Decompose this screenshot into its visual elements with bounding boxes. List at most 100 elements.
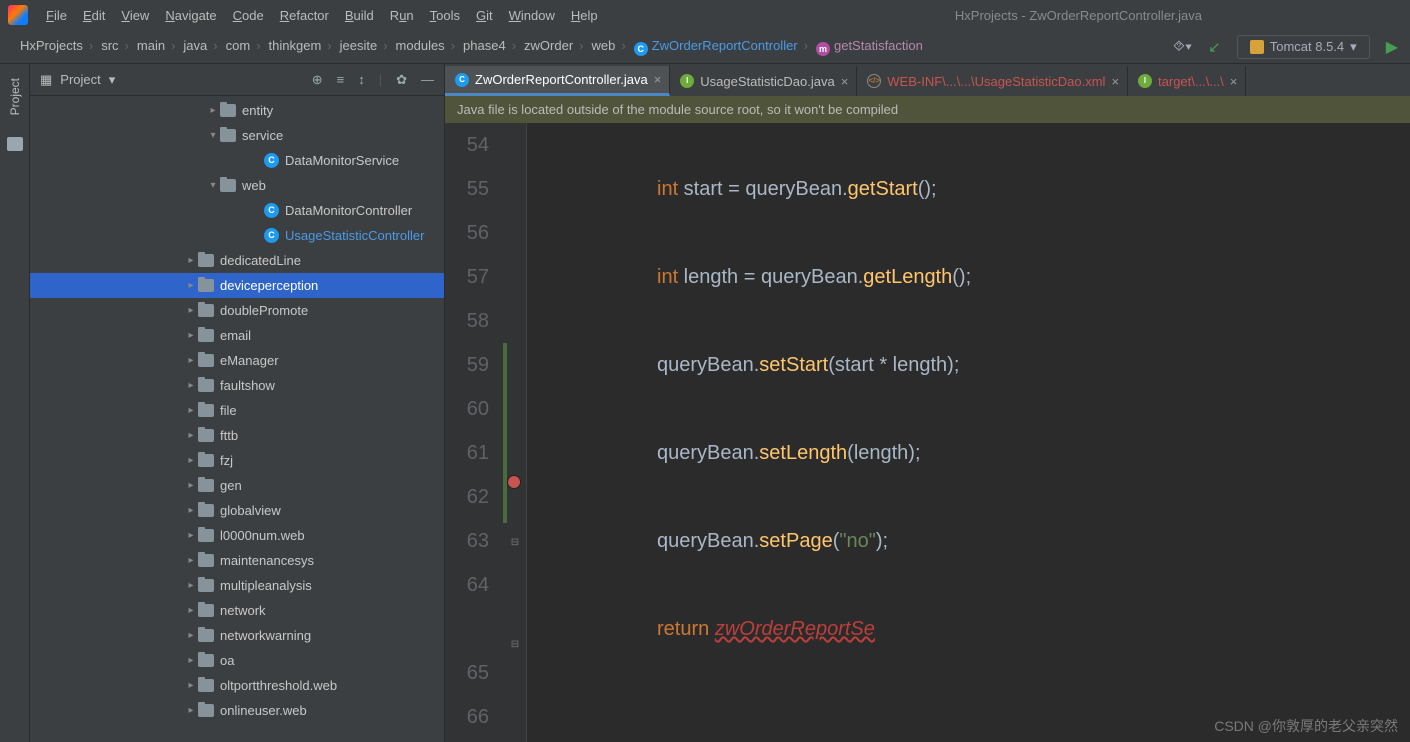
- structure-tool-icon[interactable]: [7, 137, 23, 151]
- breadcrumb-main[interactable]: main: [133, 38, 180, 53]
- fold-close-icon[interactable]: ⊟: [508, 521, 522, 535]
- error-bulb-icon[interactable]: [507, 475, 521, 489]
- code-content[interactable]: int start = queryBean.getStart(); int le…: [527, 123, 1410, 742]
- tree-item-doublePromote[interactable]: ▸doublePromote: [30, 298, 444, 323]
- tree-arrow-icon[interactable]: ▸: [184, 305, 198, 316]
- tree-item-globalview[interactable]: ▸globalview: [30, 498, 444, 523]
- tree-item-email[interactable]: ▸email: [30, 323, 444, 348]
- tree-arrow-icon[interactable]: ▸: [184, 680, 198, 691]
- tree-arrow-icon[interactable]: ▸: [184, 430, 198, 441]
- tree-arrow-icon[interactable]: ▸: [184, 580, 198, 591]
- sidebar-title[interactable]: Project: [60, 72, 100, 87]
- project-tool-tab[interactable]: Project: [6, 72, 24, 121]
- line-number[interactable]: 63: [445, 519, 489, 563]
- tree-item-eManager[interactable]: ▸eManager: [30, 348, 444, 373]
- tree-arrow-icon[interactable]: ▸: [184, 280, 198, 291]
- tree-item-file[interactable]: ▸file: [30, 398, 444, 423]
- breadcrumb-jeesite[interactable]: jeesite: [336, 38, 392, 53]
- menu-build[interactable]: Build: [339, 6, 380, 25]
- breadcrumb-HxProjects[interactable]: HxProjects: [16, 38, 97, 53]
- breadcrumb-thinkgem[interactable]: thinkgem: [265, 38, 336, 53]
- line-number[interactable]: 64: [445, 563, 489, 607]
- tree-item-dedicatedLine[interactable]: ▸dedicatedLine: [30, 248, 444, 273]
- tree-arrow-icon[interactable]: ▸: [184, 480, 198, 491]
- editor-tab-3[interactable]: Itarget\...\...\×: [1128, 66, 1246, 96]
- breadcrumb-modules[interactable]: modules: [392, 38, 459, 53]
- tab-close-icon[interactable]: ×: [1230, 74, 1238, 89]
- line-number[interactable]: 58: [445, 299, 489, 343]
- breadcrumb-src[interactable]: src: [97, 38, 133, 53]
- tree-arrow-icon[interactable]: ▸: [206, 105, 220, 116]
- marker-gutter[interactable]: ⊟ ⊟: [503, 123, 527, 742]
- menu-edit[interactable]: Edit: [77, 6, 111, 25]
- tree-item-l0000num.web[interactable]: ▸l0000num.web: [30, 523, 444, 548]
- build-icon[interactable]: ↙: [1208, 38, 1221, 56]
- tab-close-icon[interactable]: ×: [1111, 74, 1119, 89]
- breadcrumb-zwOrder[interactable]: zwOrder: [520, 38, 587, 53]
- project-tree[interactable]: ▸entity▾serviceCDataMonitorService▾webCD…: [30, 96, 444, 742]
- run-config-select[interactable]: Tomcat 8.5.4 ▾: [1237, 35, 1370, 59]
- line-number[interactable]: 54: [445, 123, 489, 167]
- tree-item-oltportthreshold.web[interactable]: ▸oltportthreshold.web: [30, 673, 444, 698]
- tree-item-UsageStatisticController[interactable]: CUsageStatisticController: [30, 223, 444, 248]
- line-number[interactable]: 61: [445, 431, 489, 475]
- tree-arrow-icon[interactable]: ▸: [184, 705, 198, 716]
- line-gutter[interactable]: 5455565758596061626364 6566: [445, 123, 503, 742]
- tree-arrow-icon[interactable]: ▸: [184, 655, 198, 666]
- tree-item-networkwarning[interactable]: ▸networkwarning: [30, 623, 444, 648]
- tree-item-onlineuser.web[interactable]: ▸onlineuser.web: [30, 698, 444, 723]
- tree-item-faultshow[interactable]: ▸faultshow: [30, 373, 444, 398]
- tree-arrow-icon[interactable]: ▸: [184, 505, 198, 516]
- tree-item-multipleanalysis[interactable]: ▸multipleanalysis: [30, 573, 444, 598]
- tree-item-network[interactable]: ▸network: [30, 598, 444, 623]
- editor-tab-1[interactable]: IUsageStatisticDao.java×: [670, 66, 857, 96]
- tree-item-fzj[interactable]: ▸fzj: [30, 448, 444, 473]
- tree-item-oa[interactable]: ▸oa: [30, 648, 444, 673]
- menu-navigate[interactable]: Navigate: [159, 6, 222, 25]
- tree-item-DataMonitorController[interactable]: CDataMonitorController: [30, 198, 444, 223]
- vcs-user-icon[interactable]: ⯑▾: [1173, 38, 1192, 55]
- breadcrumb-java[interactable]: java: [179, 38, 221, 53]
- chevron-down-icon[interactable]: ▾: [109, 72, 116, 88]
- tab-close-icon[interactable]: ×: [654, 72, 662, 87]
- line-number[interactable]: 59: [445, 343, 489, 387]
- breadcrumb-phase4[interactable]: phase4: [459, 38, 520, 53]
- tab-close-icon[interactable]: ×: [841, 74, 849, 89]
- menu-view[interactable]: View: [115, 6, 155, 25]
- tree-item-maintenancesys[interactable]: ▸maintenancesys: [30, 548, 444, 573]
- tree-arrow-icon[interactable]: ▾: [206, 130, 220, 141]
- tree-item-DataMonitorService[interactable]: CDataMonitorService: [30, 148, 444, 173]
- menu-tools[interactable]: Tools: [424, 6, 466, 25]
- line-number[interactable]: 62: [445, 475, 489, 519]
- tree-arrow-icon[interactable]: ▸: [184, 555, 198, 566]
- tree-item-deviceperception[interactable]: ▸deviceperception: [30, 273, 444, 298]
- breadcrumb-ZwOrderReportController[interactable]: CZwOrderReportController: [630, 38, 812, 53]
- tree-item-fttb[interactable]: ▸fttb: [30, 423, 444, 448]
- line-number[interactable]: 66: [445, 695, 489, 739]
- tree-arrow-icon[interactable]: ▸: [184, 380, 198, 391]
- tree-arrow-icon[interactable]: ▸: [184, 255, 198, 266]
- menu-file[interactable]: File: [40, 6, 73, 25]
- breadcrumb-web[interactable]: web: [588, 38, 630, 53]
- line-number[interactable]: 57: [445, 255, 489, 299]
- tree-item-entity[interactable]: ▸entity: [30, 98, 444, 123]
- tree-arrow-icon[interactable]: ▸: [184, 405, 198, 416]
- menu-help[interactable]: Help: [565, 6, 604, 25]
- breadcrumb-com[interactable]: com: [222, 38, 265, 53]
- run-button[interactable]: ▶: [1386, 37, 1398, 57]
- tree-item-web[interactable]: ▾web: [30, 173, 444, 198]
- editor-tab-2[interactable]: </>WEB-INF\...\...\UsageStatisticDao.xml…: [857, 66, 1128, 96]
- tree-arrow-icon[interactable]: ▸: [184, 605, 198, 616]
- tree-arrow-icon[interactable]: ▸: [184, 455, 198, 466]
- line-number[interactable]: 55: [445, 167, 489, 211]
- tree-item-service[interactable]: ▾service: [30, 123, 444, 148]
- hide-icon[interactable]: —: [421, 72, 434, 88]
- tree-arrow-icon[interactable]: ▾: [206, 180, 220, 191]
- collapse-icon[interactable]: ↕: [358, 72, 365, 88]
- locate-icon[interactable]: ⊕: [312, 72, 323, 88]
- editor-tab-0[interactable]: CZwOrderReportController.java×: [445, 66, 670, 96]
- line-number[interactable]: 65: [445, 651, 489, 695]
- fold-open-icon[interactable]: ⊟: [508, 623, 522, 637]
- line-number[interactable]: 60: [445, 387, 489, 431]
- settings-icon[interactable]: ✿: [396, 72, 407, 88]
